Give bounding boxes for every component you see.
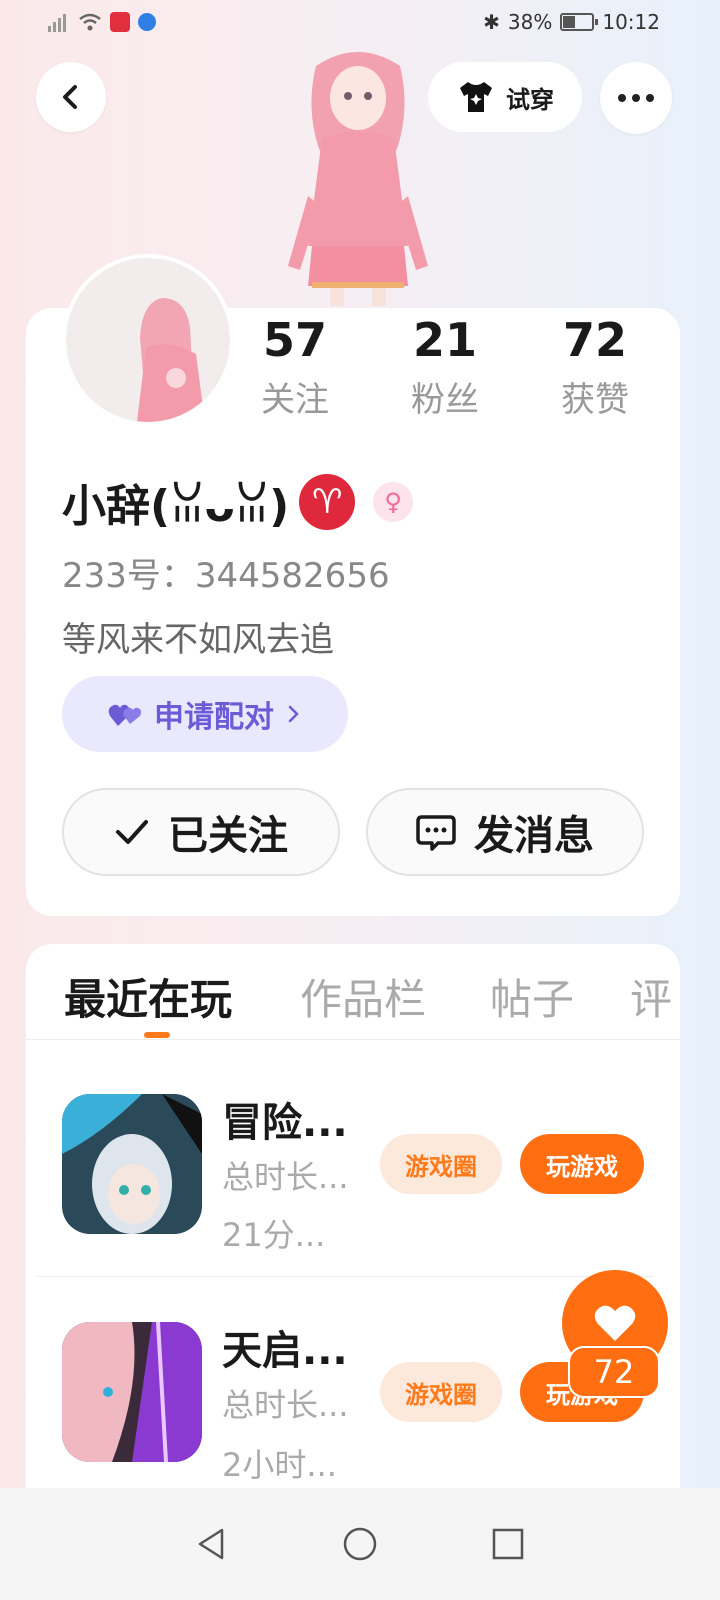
hearts-icon	[108, 704, 142, 726]
tab-recently-played[interactable]: 最近在玩	[64, 966, 232, 1027]
tab-reviews[interactable]: 评	[630, 966, 672, 1027]
content-tabs: 最近在玩 作品栏 帖子 评	[26, 944, 680, 1040]
nav-back-icon[interactable]	[194, 1526, 230, 1562]
nav-home-icon[interactable]	[342, 1526, 378, 1562]
more-button[interactable]	[600, 62, 672, 134]
wifi-icon	[79, 13, 101, 31]
username-row: 小辞(ꈍᴗꈍ) ♈ ♀	[62, 470, 414, 534]
profile-stats: 57 关注 21 粉丝 72 获赞	[220, 312, 670, 421]
like-count-badge: 72	[568, 1346, 660, 1398]
game-duration: 21分...	[222, 1216, 326, 1254]
chevron-left-icon	[63, 85, 77, 109]
status-bar: ✱ 38% 10:12	[0, 0, 720, 48]
chat-bubble-icon	[416, 815, 456, 851]
check-icon	[116, 820, 148, 844]
stat-followers[interactable]: 21 粉丝	[370, 312, 520, 421]
back-button[interactable]	[36, 62, 106, 132]
tshirt-icon	[460, 82, 492, 112]
game-icon[interactable]	[62, 1094, 202, 1234]
game-circle-button[interactable]: 游戏圈	[380, 1362, 502, 1422]
stat-label: 粉丝	[411, 380, 479, 420]
signal-icon	[48, 12, 70, 32]
female-icon: ♀	[373, 482, 414, 522]
stat-value: 57	[262, 313, 327, 367]
tab-works[interactable]: 作品栏	[300, 966, 426, 1027]
game-icon[interactable]	[62, 1322, 202, 1462]
game-circle-button[interactable]: 游戏圈	[380, 1134, 502, 1194]
stat-label: 获赞	[561, 380, 629, 420]
avatar[interactable]	[62, 254, 234, 426]
avatar-figure-image	[136, 298, 205, 422]
play-game-button[interactable]: 玩游戏	[520, 1134, 644, 1194]
stat-value: 21	[412, 313, 477, 367]
user-bio: 等风来不如风去追	[62, 620, 334, 660]
tab-posts[interactable]: 帖子	[490, 966, 574, 1027]
request-pair-label: 申请配对	[154, 700, 274, 735]
game-title: 天启...	[222, 1328, 348, 1374]
battery-icon	[560, 13, 599, 31]
game-duration-label: 总时长...	[222, 1386, 349, 1424]
username: 小辞(ꈍᴗꈍ)	[62, 481, 290, 532]
list-divider	[36, 1276, 654, 1277]
notification-app-icon	[110, 12, 130, 32]
heart-icon	[594, 1305, 636, 1341]
followed-label: 已关注	[168, 813, 288, 859]
try-on-label: 试穿	[506, 85, 554, 114]
game-duration-label: 总时长...	[222, 1158, 349, 1196]
game-duration: 2小时...	[222, 1446, 337, 1484]
request-pair-button[interactable]: 申请配对	[62, 676, 348, 752]
stat-likes[interactable]: 72 获赞	[520, 312, 670, 421]
bluetooth-icon: ✱	[483, 10, 500, 34]
send-message-button[interactable]: 发消息	[366, 788, 644, 876]
more-dots-icon	[618, 94, 654, 102]
battery-percent: 38%	[507, 10, 553, 34]
nav-recents-icon[interactable]	[490, 1526, 526, 1562]
clock: 10:12	[602, 10, 660, 34]
stat-following[interactable]: 57 关注	[220, 312, 370, 421]
try-on-button[interactable]: 试穿	[428, 62, 582, 132]
notification-browser-icon	[138, 13, 156, 31]
active-tab-indicator	[144, 1032, 170, 1038]
user-id: 233号：344582656	[62, 556, 390, 596]
stat-value: 72	[562, 313, 627, 367]
avatar-3d-figure[interactable]	[268, 46, 448, 306]
system-nav-bar	[0, 1488, 720, 1600]
aries-icon: ♈	[299, 474, 356, 530]
stat-label: 关注	[261, 380, 329, 420]
game-list-item[interactable]: 冒险... 总时长... 21分... 游戏圈 玩游戏	[26, 1074, 680, 1274]
game-title: 冒险...	[222, 1100, 348, 1146]
send-message-label: 发消息	[474, 813, 594, 859]
chevron-right-icon	[288, 705, 299, 723]
followed-button[interactable]: 已关注	[62, 788, 340, 876]
